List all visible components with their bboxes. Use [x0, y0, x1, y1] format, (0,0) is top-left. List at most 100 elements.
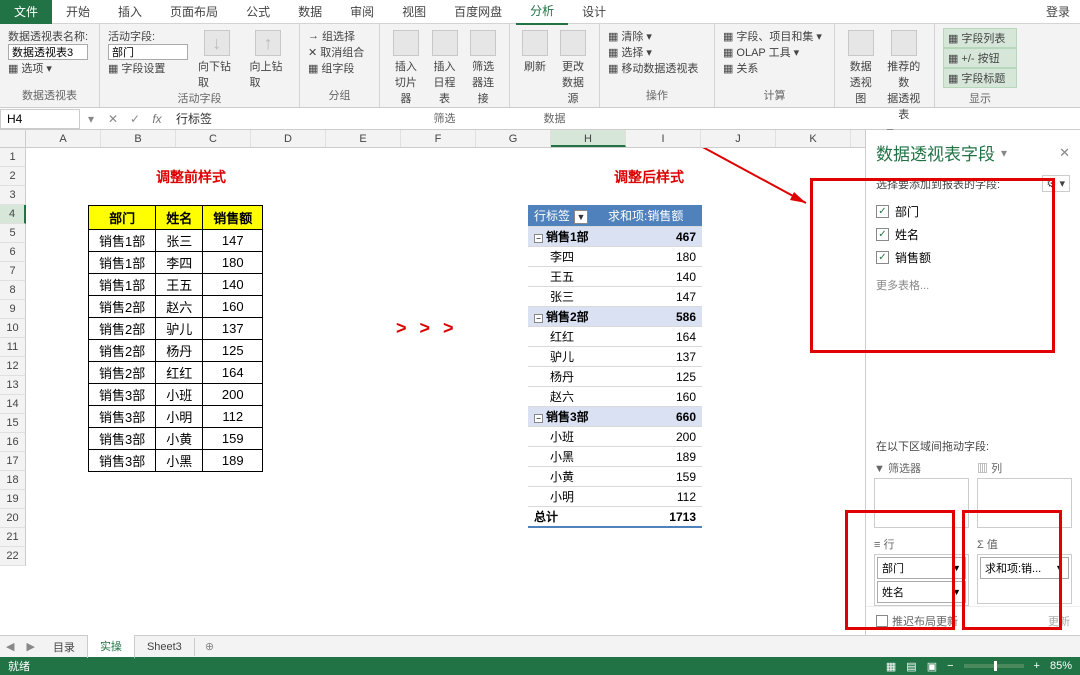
select-all-corner[interactable] [0, 130, 26, 147]
col-G[interactable]: G [476, 130, 551, 147]
dropdown-icon[interactable]: ▾ [80, 112, 102, 126]
chevron-down-icon[interactable]: ▼ [574, 210, 588, 224]
pivot-item-row[interactable]: 小黄159 [528, 467, 702, 487]
fields-items-button[interactable]: ▦ 字段、项目和集 ▾ [723, 28, 826, 44]
row-8[interactable]: 8 [0, 281, 26, 300]
clear-button[interactable]: ▦ 清除 ▾ [608, 28, 706, 44]
active-field-input[interactable] [108, 44, 188, 60]
change-source-button[interactable]: 更改 数据源 [555, 28, 591, 108]
cell-grid[interactable]: 调整前样式 调整后样式 > > > 部门姓名销售额销售1部张三147销售1部李四… [26, 148, 865, 635]
gear-icon[interactable]: ⚙ ▾ [1042, 175, 1070, 192]
refresh-button[interactable]: 刷新 [518, 28, 552, 108]
chevron-down-icon[interactable]: ▼ [1055, 563, 1064, 573]
pivot-item-row[interactable]: 小班200 [528, 427, 702, 447]
row-4[interactable]: 4 [0, 205, 26, 224]
tab-data[interactable]: 数据 [284, 0, 336, 24]
row-12[interactable]: 12 [0, 357, 26, 376]
col-H[interactable]: H [551, 130, 626, 147]
row-2[interactable]: 2 [0, 167, 26, 186]
row-6[interactable]: 6 [0, 243, 26, 262]
pivot-item-row[interactable]: 杨丹125 [528, 367, 702, 387]
pivot-item-row[interactable]: 王五140 [528, 267, 702, 287]
defer-checkbox[interactable] [876, 615, 888, 627]
zoom-level[interactable]: 85% [1050, 660, 1072, 672]
sheet-tab-index[interactable]: 目录 [41, 636, 88, 658]
row-1[interactable]: 1 [0, 148, 26, 167]
field-item[interactable]: ✓销售额 [876, 246, 1070, 269]
checkbox-icon[interactable]: ✓ [876, 251, 889, 264]
pivot-item-row[interactable]: 驴儿137 [528, 347, 702, 367]
tab-nav-prev[interactable]: ◀ [0, 640, 20, 653]
move-pivot-button[interactable]: ▦ 移动数据透视表 [608, 60, 706, 76]
field-headers-toggle[interactable]: ▦ 字段标题 [943, 68, 1017, 88]
field-list-toggle[interactable]: ▦ 字段列表 [943, 28, 1017, 48]
row-11[interactable]: 11 [0, 338, 26, 357]
sheet-tab-sheet3[interactable]: Sheet3 [135, 638, 195, 656]
row-19[interactable]: 19 [0, 490, 26, 509]
pivot-item-row[interactable]: 张三147 [528, 287, 702, 307]
row-15[interactable]: 15 [0, 414, 26, 433]
col-D[interactable]: D [251, 130, 326, 147]
add-sheet-button[interactable]: ⊕ [195, 640, 224, 653]
pivot-item-row[interactable]: 红红164 [528, 327, 702, 347]
field-settings-button[interactable]: ▦ 字段设置 [108, 60, 188, 76]
tab-formula[interactable]: 公式 [232, 0, 284, 24]
collapse-icon[interactable]: − [534, 314, 543, 323]
select-button[interactable]: ▦ 选择 ▾ [608, 44, 706, 60]
checkbox-icon[interactable]: ✓ [876, 205, 889, 218]
col-K[interactable]: K [776, 130, 851, 147]
row-3[interactable]: 3 [0, 186, 26, 205]
row-18[interactable]: 18 [0, 471, 26, 490]
group-field-button[interactable]: ▦ 组字段 [308, 60, 371, 76]
pivot-item-row[interactable]: 李四180 [528, 247, 702, 267]
formula-value[interactable]: 行标签 [168, 110, 212, 127]
tab-home[interactable]: 开始 [52, 0, 104, 24]
zoom-slider[interactable] [964, 664, 1024, 668]
plusminus-toggle[interactable]: ▦ +/- 按钮 [943, 48, 1017, 68]
group-selection-button[interactable]: → 组选择 [308, 28, 371, 44]
row-5[interactable]: 5 [0, 224, 26, 243]
drill-up-button[interactable]: ↑向上钻取 [246, 28, 292, 88]
recommended-pivot-button[interactable]: 推荐的数 据透视表 [881, 28, 926, 124]
field-item[interactable]: ✓部门 [876, 200, 1070, 223]
more-tables-link[interactable]: 更多表格... [866, 273, 1080, 297]
tab-baidu[interactable]: 百度网盘 [440, 0, 516, 24]
values-drop-zone[interactable]: 求和项:销...▼ [977, 554, 1072, 604]
columns-drop-zone[interactable] [977, 478, 1072, 528]
tab-file[interactable]: 文件 [0, 0, 52, 24]
row-zone-item[interactable]: 姓名▼ [877, 581, 966, 603]
options-button[interactable]: ▦ 选项 ▾ [8, 60, 91, 76]
pivot-group-row[interactable]: −销售3部660 [528, 407, 702, 427]
tab-layout[interactable]: 页面布局 [156, 0, 232, 24]
col-B[interactable]: B [101, 130, 176, 147]
pivot-table[interactable]: 行标签▼求和项:销售额−销售1部467李四180王五140张三147−销售2部5… [528, 205, 702, 528]
drill-down-button[interactable]: ↓向下钻取 [194, 28, 240, 88]
view-normal-icon[interactable]: ▦ [886, 660, 896, 673]
tab-nav-next[interactable]: ▶ [20, 640, 40, 653]
spreadsheet[interactable]: A B C D E F G H I J K 123456789101112131… [0, 130, 865, 635]
chevron-down-icon[interactable]: ▼ [952, 563, 961, 573]
col-F[interactable]: F [401, 130, 476, 147]
update-button[interactable]: 更新 [1048, 613, 1070, 629]
login-link[interactable]: 登录 [1036, 0, 1080, 24]
col-C[interactable]: C [176, 130, 251, 147]
filters-drop-zone[interactable] [874, 478, 969, 528]
name-box[interactable]: H4 [0, 109, 80, 129]
pivot-name-input[interactable] [8, 44, 88, 60]
ungroup-button[interactable]: ✕ 取消组合 [308, 44, 371, 60]
fx-icon[interactable]: fx [146, 112, 168, 126]
view-layout-icon[interactable]: ▤ [906, 660, 916, 673]
row-7[interactable]: 7 [0, 262, 26, 281]
value-zone-item[interactable]: 求和项:销...▼ [980, 557, 1069, 579]
enter-icon[interactable]: ✓ [124, 112, 146, 126]
tab-insert[interactable]: 插入 [104, 0, 156, 24]
cancel-icon[interactable]: ✕ [102, 112, 124, 126]
pivot-group-row[interactable]: −销售1部467 [528, 227, 702, 247]
olap-button[interactable]: ▦ OLAP 工具 ▾ [723, 44, 826, 60]
pivot-item-row[interactable]: 小明112 [528, 487, 702, 507]
chevron-down-icon[interactable]: ▼ [952, 587, 961, 597]
zoom-out-button[interactable]: − [947, 660, 953, 672]
row-13[interactable]: 13 [0, 376, 26, 395]
pivot-chart-button[interactable]: 数据 透视图 [843, 28, 878, 124]
zoom-in-button[interactable]: + [1034, 660, 1040, 672]
